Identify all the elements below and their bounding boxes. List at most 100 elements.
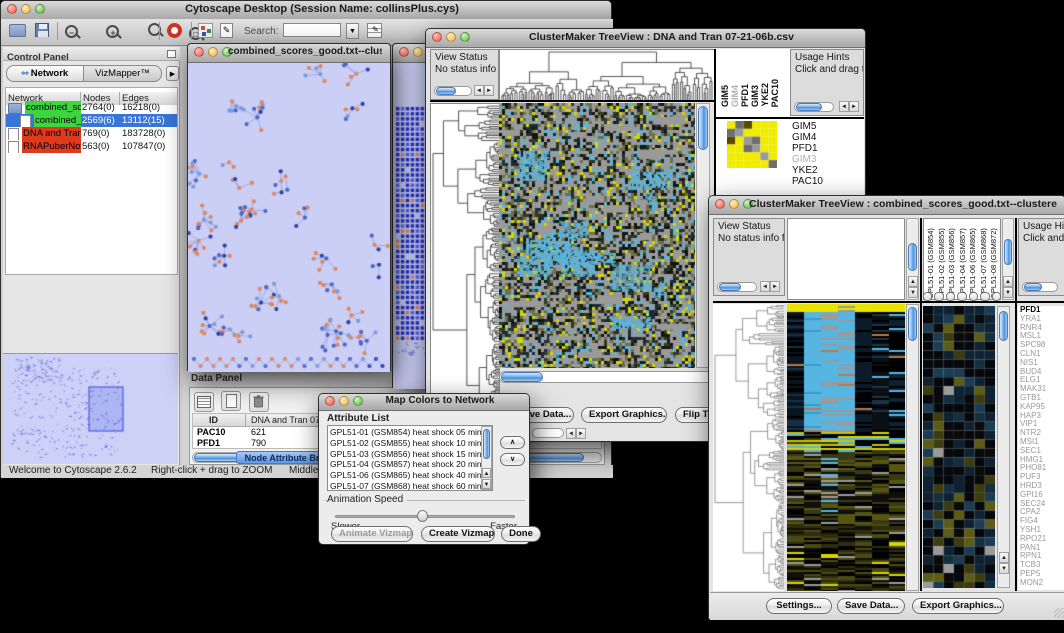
tv2-column-label[interactable]: GPL51-01 (GSM854) — [926, 219, 937, 299]
tv2-gene-label[interactable]: CLN1 — [1020, 350, 1064, 359]
tv2-gene-label[interactable]: MON2 — [1020, 579, 1064, 588]
tv2-column-label[interactable]: GPL51-08 (GSM872) — [989, 219, 1000, 299]
tv2-heatmap-canvas[interactable] — [787, 304, 905, 591]
scroll-right-arrow-icon[interactable]: ► — [770, 281, 780, 292]
minimize-icon[interactable] — [413, 47, 423, 57]
tv2-gene-label[interactable]: CPA2 — [1020, 508, 1064, 517]
tv1-gene-label[interactable]: YKE2 — [792, 165, 862, 176]
resize-grip[interactable] — [1054, 608, 1064, 618]
move-up-button[interactable]: ∧ — [500, 436, 525, 449]
tv1-gene-label[interactable]: PAC10 — [792, 176, 862, 187]
network-tree-row[interactable]: DNA and Tran 07769(0)183728(0) — [6, 127, 177, 140]
attribute-editor-icon[interactable]: ✎ — [367, 23, 382, 38]
tv2-gene-label[interactable]: GTB1 — [1020, 394, 1064, 403]
tv1-column-label[interactable]: YKE2 — [760, 83, 770, 107]
tab-network[interactable]: ⚯ Network — [6, 65, 84, 82]
tv2-header-vscrollbar[interactable]: ▲ ▼ — [906, 218, 919, 300]
tv2-column-label[interactable]: GPL51-02 (GSM855) — [937, 219, 948, 299]
tv2-column-label[interactable]: GPL51-07 (GSM868) — [979, 219, 990, 299]
tv1-usage-hscroll[interactable] — [794, 102, 834, 112]
tv2-genelist-vscrollbar[interactable]: ▲ ▼ — [997, 306, 1010, 588]
dialog-title-bar[interactable]: Map Colors to Network — [319, 394, 529, 411]
tv1-gene-label[interactable]: GIM4 — [792, 132, 862, 143]
scroll-up-arrow-icon[interactable]: ▲ — [1003, 276, 1013, 287]
scroll-right-arrow-icon[interactable]: ► — [576, 428, 586, 439]
column-handle[interactable] — [946, 292, 955, 301]
delete-attribute-icon[interactable] — [249, 392, 269, 412]
close-icon[interactable] — [432, 32, 442, 42]
tv2-gene-label[interactable]: FIG4 — [1020, 517, 1064, 526]
save-data-button[interactable]: Save Data... — [837, 598, 905, 614]
zoom-out-icon[interactable]: − — [65, 25, 78, 38]
tv2-status-hscroll[interactable] — [717, 282, 757, 292]
zoom-in-icon[interactable]: + — [106, 25, 119, 38]
close-icon[interactable] — [325, 396, 335, 406]
tv1-column-label[interactable]: GIM5 — [720, 85, 730, 107]
tv1-gene-label[interactable]: GIM3 — [792, 154, 862, 165]
minimize-icon[interactable] — [339, 396, 349, 406]
network-tree-row[interactable]: combined_scores_2764(0)16218(0) — [6, 101, 177, 114]
annotation-icon[interactable]: ✎ — [220, 23, 233, 38]
column-handle[interactable] — [934, 292, 943, 301]
search-dropdown-arrow-icon[interactable]: ▼ — [346, 23, 359, 39]
tv2-gene-label[interactable]: MAK31 — [1020, 385, 1064, 394]
minimize-icon[interactable] — [729, 199, 739, 209]
tv1-gene-label[interactable]: PFD1 — [792, 143, 862, 154]
attribute-list-item[interactable]: GPL51-04 (GSM857) heat shock 20 min — [330, 459, 490, 470]
tv2-gene-label[interactable]: HRD3 — [1020, 482, 1064, 491]
tv2-gene-label[interactable]: KAP95 — [1020, 403, 1064, 412]
scroll-thumb[interactable] — [719, 283, 741, 291]
scroll-thumb[interactable] — [999, 311, 1008, 341]
scroll-right-arrow-icon[interactable]: ► — [849, 101, 859, 112]
close-icon[interactable] — [399, 47, 409, 57]
attribute-list-item[interactable]: GPL51-03 (GSM856) heat shock 15 min — [330, 449, 490, 460]
tv1-mini-heatmap[interactable] — [727, 121, 777, 168]
scroll-left-arrow-icon[interactable]: ◄ — [566, 428, 576, 439]
search-input[interactable] — [283, 23, 341, 37]
tv1-column-label[interactable]: PAC10 — [770, 79, 780, 107]
scroll-down-arrow-icon[interactable]: ▼ — [482, 479, 491, 489]
scroll-thumb[interactable] — [908, 307, 917, 341]
column-handle[interactable] — [923, 292, 932, 301]
scroll-thumb[interactable] — [436, 87, 456, 95]
tv2-gene-label[interactable]: YRA1 — [1020, 315, 1064, 324]
tv2-gene-label[interactable]: SEC1 — [1020, 447, 1064, 456]
tv2-gene-label[interactable]: ELG1 — [1020, 376, 1064, 385]
column-handle[interactable] — [969, 292, 978, 301]
network-overview-icon[interactable] — [198, 23, 213, 38]
network-window-title-bar[interactable]: combined_scores_good.txt--cluste... — [188, 44, 390, 63]
tv2-gene-label[interactable]: RPN1 — [1020, 552, 1064, 561]
network-tree-row[interactable]: combined_sco2569(6)13112(15) — [6, 114, 177, 127]
scroll-down-arrow-icon[interactable]: ▼ — [999, 563, 1009, 574]
scroll-thumb[interactable] — [1024, 283, 1042, 291]
tv2-gene-label[interactable]: HMG1 — [1020, 456, 1064, 465]
tv1-column-label[interactable]: PFD1 — [740, 84, 750, 107]
create-vizmap-button[interactable]: Create Vizmap — [421, 526, 495, 542]
tv2-gene-label[interactable]: PHO81 — [1020, 464, 1064, 473]
tv1-heatmap-hscrollbar[interactable] — [499, 371, 713, 383]
tv2-usage-hscroll[interactable] — [1022, 282, 1058, 292]
tab-overflow-button[interactable]: ▶ — [166, 66, 179, 81]
tv1-column-label[interactable]: GIM3 — [750, 85, 760, 107]
tv2-gene-label[interactable]: TCB3 — [1020, 561, 1064, 570]
scroll-left-arrow-icon[interactable]: ◄ — [760, 281, 770, 292]
scroll-down-arrow-icon[interactable]: ▼ — [1003, 287, 1013, 298]
tv2-heatmap-vscrollbar[interactable] — [906, 304, 919, 591]
tv2-column-tree-area[interactable] — [787, 218, 905, 300]
export-graphics-button[interactable]: Export Graphics... — [912, 598, 1004, 614]
attribute-table-icon[interactable] — [194, 392, 214, 412]
scroll-up-arrow-icon[interactable]: ▲ — [999, 552, 1009, 563]
tv2-gene-label[interactable]: NIS1 — [1020, 359, 1064, 368]
scroll-up-arrow-icon[interactable]: ▲ — [482, 468, 491, 478]
tv2-gene-label[interactable]: PUF3 — [1020, 473, 1064, 482]
close-icon[interactable] — [7, 4, 17, 14]
scroll-up-arrow-icon[interactable]: ▲ — [908, 276, 918, 287]
scroll-thumb[interactable] — [908, 243, 917, 271]
birds-eye-view-canvas[interactable] — [3, 353, 178, 464]
close-icon[interactable] — [194, 47, 204, 57]
tv2-gene-label[interactable]: YSH1 — [1020, 526, 1064, 535]
attribute-list-item[interactable]: GPL51-02 (GSM855) heat shock 10 min — [330, 438, 490, 449]
done-button[interactable]: Done — [501, 526, 541, 542]
main-title-bar[interactable]: Cytoscape Desktop (Session Name: collins… — [1, 1, 611, 20]
tv2-row-dendrogram[interactable] — [713, 304, 784, 591]
